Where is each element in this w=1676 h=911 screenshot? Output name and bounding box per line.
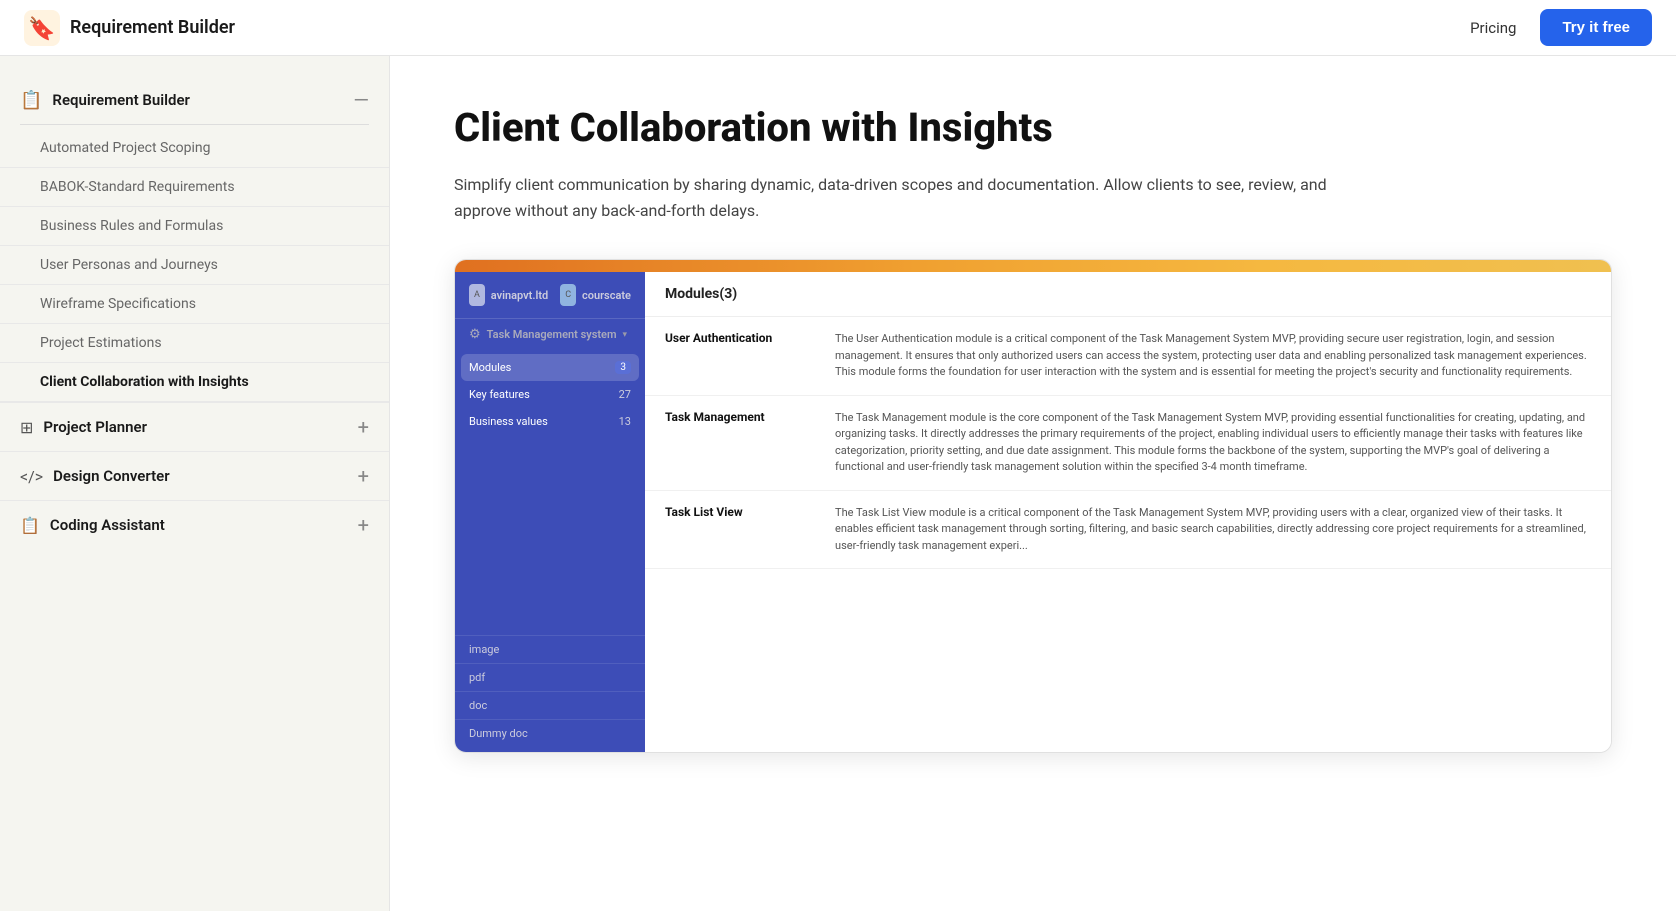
pricing-link[interactable]: Pricing bbox=[1470, 19, 1516, 37]
topnav-right: Pricing Try it free bbox=[1470, 9, 1652, 46]
sidebar-section-project-planner-left: ⊞ Project Planner bbox=[20, 418, 147, 437]
screenshot-menu-item-key-features[interactable]: Key features 27 bbox=[455, 381, 645, 408]
screenshot-left-sidebar: A avinapvt.ltd C courscate bbox=[455, 272, 645, 752]
screenshot-right-content: Modules(3) User Authentication The User … bbox=[645, 272, 1611, 752]
screenshot-avatar-1: A bbox=[469, 284, 485, 306]
topnav-left: 🔖 Requirement Builder bbox=[24, 10, 235, 46]
module-desc-task-list-view: The Task List View module is a critical … bbox=[815, 490, 1611, 569]
screenshot-project-name: Task Management system bbox=[487, 328, 617, 341]
try-it-free-button[interactable]: Try it free bbox=[1540, 9, 1652, 46]
screenshot-modules-header: Modules(3) bbox=[645, 272, 1611, 317]
design-converter-expand-icon[interactable]: + bbox=[358, 464, 369, 488]
sidebar-section-design-converter-label: Design Converter bbox=[53, 467, 170, 485]
screenshot-menu-modules-label: Modules bbox=[469, 361, 511, 374]
sidebar-header-title: Requirement Builder bbox=[52, 91, 190, 109]
screenshot-top-bar-decoration bbox=[455, 260, 1611, 272]
sidebar-item-automated-project-scoping[interactable]: Automated Project Scoping bbox=[0, 129, 389, 168]
design-converter-icon: </> bbox=[20, 467, 43, 486]
module-desc-task-management: The Task Management module is the core c… bbox=[815, 395, 1611, 490]
table-row: Task List View The Task List View module… bbox=[645, 490, 1611, 569]
sidebar-nav-items: Automated Project Scoping BABOK-Standard… bbox=[0, 129, 389, 402]
sidebar-item-babok-standard-requirements[interactable]: BABOK-Standard Requirements bbox=[0, 168, 389, 207]
screenshot-files: image pdf doc Dummy doc bbox=[455, 635, 645, 747]
sidebar-section-coding-assistant-label: Coding Assistant bbox=[50, 516, 165, 534]
main-layout: 📋 Requirement Builder — Automated Projec… bbox=[0, 56, 1676, 911]
project-chevron-icon: ▾ bbox=[623, 330, 628, 340]
module-name-user-auth: User Authentication bbox=[645, 317, 815, 395]
screenshot-menu-business-values-count: 13 bbox=[619, 415, 631, 428]
sidebar-item-user-personas-and-journeys[interactable]: User Personas and Journeys bbox=[0, 246, 389, 285]
screenshot-menu-item-modules-left: Modules bbox=[469, 361, 511, 374]
sidebar-section-coding-assistant[interactable]: 📋 Coding Assistant + bbox=[0, 500, 389, 549]
screenshot-file-dummy-doc[interactable]: Dummy doc bbox=[455, 719, 645, 747]
app-title: Requirement Builder bbox=[70, 17, 235, 38]
sidebar-header-icon: 📋 bbox=[20, 90, 42, 111]
module-name-task-list-view: Task List View bbox=[645, 490, 815, 569]
sidebar-item-project-estimations[interactable]: Project Estimations bbox=[0, 324, 389, 363]
sidebar-section-project-planner[interactable]: ⊞ Project Planner + bbox=[0, 402, 389, 451]
project-planner-icon: ⊞ bbox=[20, 418, 33, 437]
screenshot-project-selector[interactable]: ⚙ Task Management system ▾ bbox=[455, 319, 645, 350]
project-planner-expand-icon[interactable]: + bbox=[358, 415, 369, 439]
screenshot-menu-item-modules[interactable]: Modules 3 bbox=[461, 354, 639, 381]
sidebar-section-project-planner-label: Project Planner bbox=[43, 418, 147, 436]
screenshot-file-pdf[interactable]: pdf bbox=[455, 663, 645, 691]
sidebar-item-client-collaboration-with-insights[interactable]: Client Collaboration with Insights bbox=[0, 363, 389, 402]
table-row: User Authentication The User Authenticat… bbox=[645, 317, 1611, 395]
screenshot-menu-item-key-features-left: Key features bbox=[469, 388, 530, 401]
sidebar-item-business-rules-and-formulas[interactable]: Business Rules and Formulas bbox=[0, 207, 389, 246]
screenshot-avatar-img-2: C bbox=[560, 284, 576, 306]
screenshot-menu: Modules 3 Key features 27 Bu bbox=[455, 354, 645, 435]
screenshot-file-doc[interactable]: doc bbox=[455, 691, 645, 719]
table-row: Task Management The Task Management modu… bbox=[645, 395, 1611, 490]
app-logo-icon: 🔖 bbox=[24, 10, 60, 46]
sidebar-section-design-converter[interactable]: </> Design Converter + bbox=[0, 451, 389, 500]
project-icon: ⚙ bbox=[469, 327, 481, 342]
feature-screenshot: A avinapvt.ltd C courscate bbox=[454, 259, 1612, 753]
page-description: Simplify client communication by sharing… bbox=[454, 172, 1354, 223]
sidebar-header-left: 📋 Requirement Builder bbox=[20, 90, 190, 111]
coding-assistant-icon: 📋 bbox=[20, 516, 40, 535]
svg-text:🔖: 🔖 bbox=[28, 16, 55, 42]
screenshot-menu-item-business-values[interactable]: Business values 13 bbox=[455, 408, 645, 435]
sidebar: 📋 Requirement Builder — Automated Projec… bbox=[0, 56, 390, 911]
screenshot-menu-modules-badge: 3 bbox=[615, 361, 631, 374]
coding-assistant-expand-icon[interactable]: + bbox=[358, 513, 369, 537]
screenshot-avatar-2: C bbox=[560, 284, 576, 306]
sidebar-header: 📋 Requirement Builder — bbox=[0, 80, 389, 120]
sidebar-collapse-button[interactable]: — bbox=[353, 88, 369, 112]
module-name-task-management: Task Management bbox=[645, 395, 815, 490]
screenshot-brand-name-2: courscate bbox=[582, 289, 631, 302]
screenshot-brand-header: A avinapvt.ltd C courscate bbox=[455, 272, 645, 319]
screenshot-menu-key-features-count: 27 bbox=[619, 388, 631, 401]
screenshot-brand-name-1: avinapvt.ltd bbox=[491, 289, 548, 302]
screenshot-avatar-img-1: A bbox=[469, 284, 485, 306]
screenshot-layout: A avinapvt.ltd C courscate bbox=[455, 272, 1611, 752]
sidebar-section-coding-assistant-left: 📋 Coding Assistant bbox=[20, 516, 165, 535]
main-content: Client Collaboration with Insights Simpl… bbox=[390, 56, 1676, 911]
screenshot-modules-table: User Authentication The User Authenticat… bbox=[645, 317, 1611, 569]
sidebar-divider bbox=[20, 124, 369, 125]
screenshot-file-image[interactable]: image bbox=[455, 635, 645, 663]
screenshot-menu-key-features-label: Key features bbox=[469, 388, 530, 401]
sidebar-section-design-converter-left: </> Design Converter bbox=[20, 467, 170, 486]
sidebar-item-wireframe-specifications[interactable]: Wireframe Specifications bbox=[0, 285, 389, 324]
screenshot-menu-item-business-values-left: Business values bbox=[469, 415, 548, 428]
top-navigation: 🔖 Requirement Builder Pricing Try it fre… bbox=[0, 0, 1676, 56]
page-title: Client Collaboration with Insights bbox=[454, 104, 1612, 152]
module-desc-user-auth: The User Authentication module is a crit… bbox=[815, 317, 1611, 395]
screenshot-menu-business-values-label: Business values bbox=[469, 415, 548, 428]
